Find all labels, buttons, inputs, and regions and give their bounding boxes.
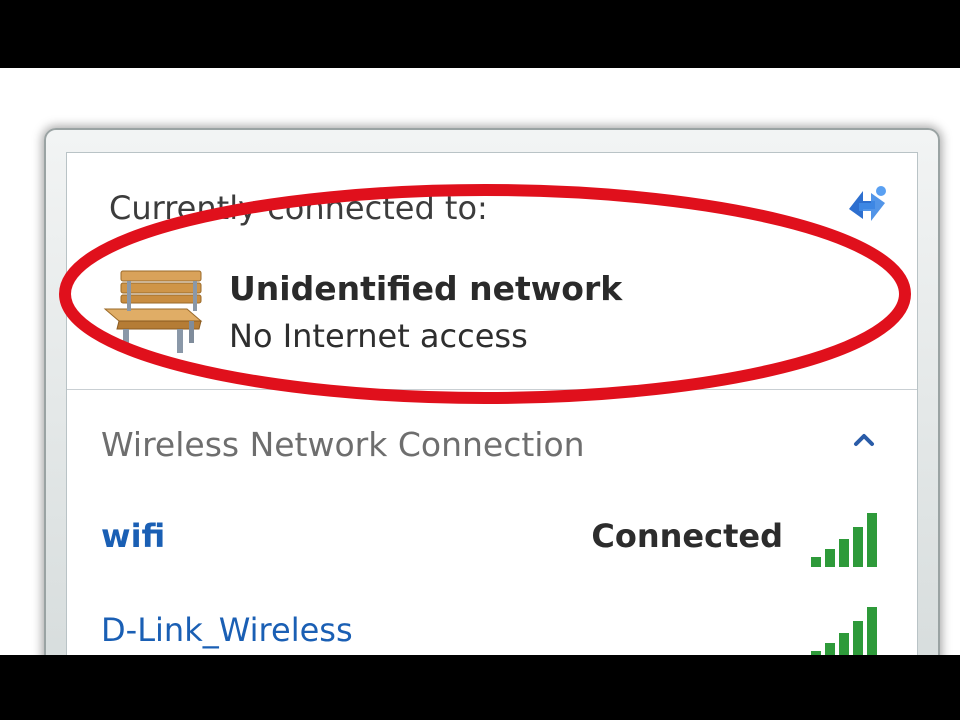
network-ssid: wifi	[101, 517, 166, 555]
bench-icon	[103, 270, 203, 353]
network-ssid: D-Link_Wireless	[101, 611, 353, 649]
network-item-wifi[interactable]: wifi Connected	[67, 503, 917, 573]
letterbox-top	[0, 0, 960, 68]
signal-strength-icon	[811, 513, 877, 567]
network-flyout: Currently connected to: Unidentified net…	[44, 128, 940, 694]
current-connection-section: Currently connected to: Unidentified net…	[67, 153, 917, 389]
current-network-name: Unidentified network	[229, 269, 623, 308]
section-divider	[67, 389, 917, 390]
network-status: Connected	[591, 517, 783, 555]
flyout-panel: Currently connected to: Unidentified net…	[66, 152, 918, 694]
chevron-up-icon[interactable]	[849, 425, 879, 455]
letterbox-bottom	[0, 655, 960, 720]
currently-connected-label: Currently connected to:	[109, 189, 488, 227]
network-refresh-icon[interactable]	[841, 179, 893, 231]
signal-strength-icon	[811, 607, 877, 661]
current-network-status: No Internet access	[229, 317, 528, 355]
wireless-section-title: Wireless Network Connection	[101, 425, 585, 464]
